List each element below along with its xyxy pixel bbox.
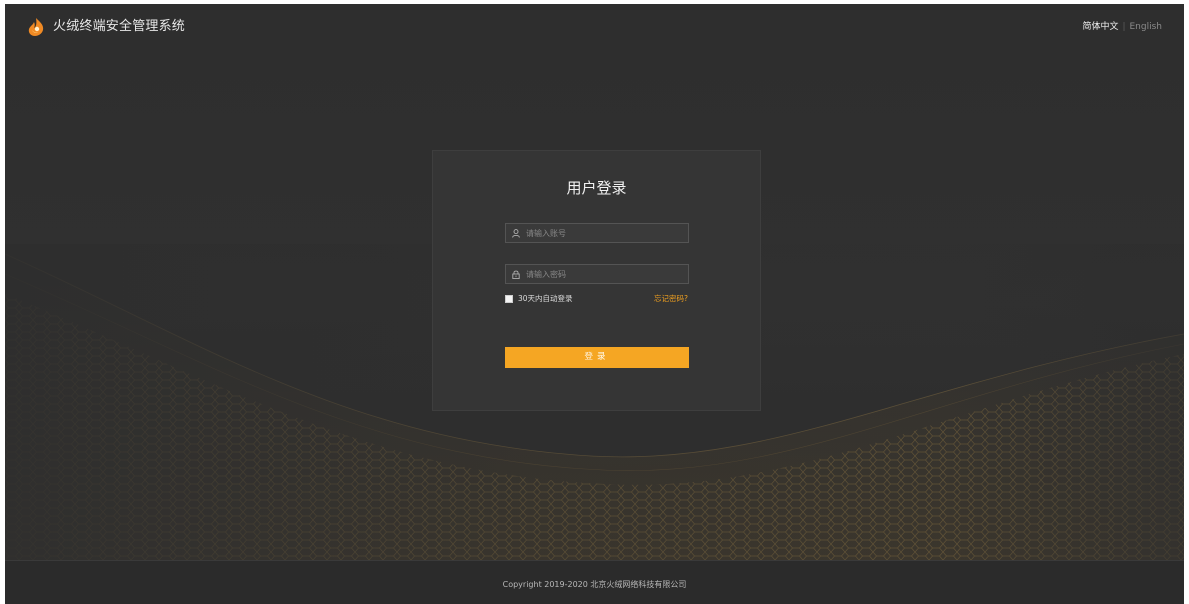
top-bar: 火绒终端安全管理系统 简体中文 | English (5, 4, 1184, 48)
login-card: 用户登录 30天内自动登录 忘记密码? 登录 (432, 150, 761, 411)
lang-en-link[interactable]: English (1130, 22, 1163, 32)
user-icon (512, 229, 520, 238)
remember-label: 30天内自动登录 (518, 294, 573, 303)
lang-zh-link[interactable]: 简体中文 (1082, 22, 1118, 32)
lang-separator: | (1122, 22, 1126, 32)
login-button[interactable]: 登录 (505, 347, 689, 368)
app-title: 火绒终端安全管理系统 (53, 19, 186, 34)
remember-me[interactable]: 30天内自动登录 (505, 293, 573, 305)
login-page: 火绒终端安全管理系统 简体中文 | English 用户登录 30天内自动登录 (5, 4, 1184, 604)
footer: Copyright 2019-2020 北京火绒网络科技有限公司 (5, 560, 1184, 604)
password-input[interactable] (526, 265, 684, 283)
password-field[interactable] (505, 264, 689, 284)
copyright-text: Copyright 2019-2020 北京火绒网络科技有限公司 (502, 580, 687, 589)
login-title: 用户登录 (566, 179, 627, 197)
forgot-password-link[interactable]: 忘记密码? (654, 294, 688, 304)
username-field[interactable] (505, 223, 689, 243)
language-switcher: 简体中文 | English (1082, 21, 1162, 33)
username-input[interactable] (526, 224, 684, 242)
remember-checkbox[interactable] (505, 295, 513, 303)
lock-icon (512, 270, 520, 279)
huorong-logo-icon (28, 18, 44, 36)
